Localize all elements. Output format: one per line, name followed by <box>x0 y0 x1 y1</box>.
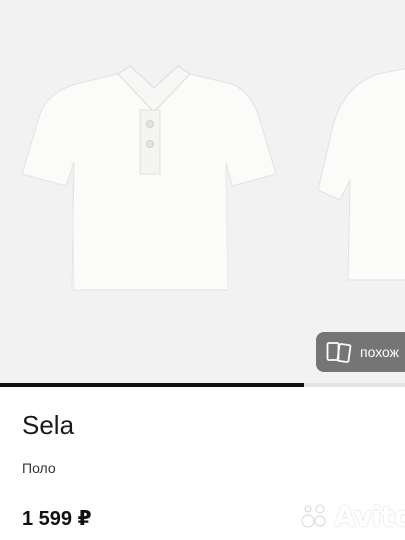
gallery-progress-fill <box>0 383 304 387</box>
polo-shirt-next-image <box>318 68 405 281</box>
avito-logo-icon <box>301 504 326 528</box>
similar-items-button[interactable]: похож <box>316 332 405 372</box>
photo-gallery[interactable]: похож <box>0 0 405 383</box>
similar-cards-icon <box>326 342 352 363</box>
category-label: Поло <box>22 460 56 476</box>
polo-shirt-image <box>21 65 277 291</box>
avito-watermark: Avito <box>300 496 405 536</box>
listing-info: Sela Поло 1 599 ₽ <box>22 410 405 530</box>
gallery-progress <box>0 383 405 387</box>
similar-items-label: похож <box>360 344 400 360</box>
watermark-text: Avito <box>334 499 405 533</box>
brand-title[interactable]: Sela <box>22 410 405 441</box>
price-label: 1 599 ₽ <box>22 508 92 530</box>
